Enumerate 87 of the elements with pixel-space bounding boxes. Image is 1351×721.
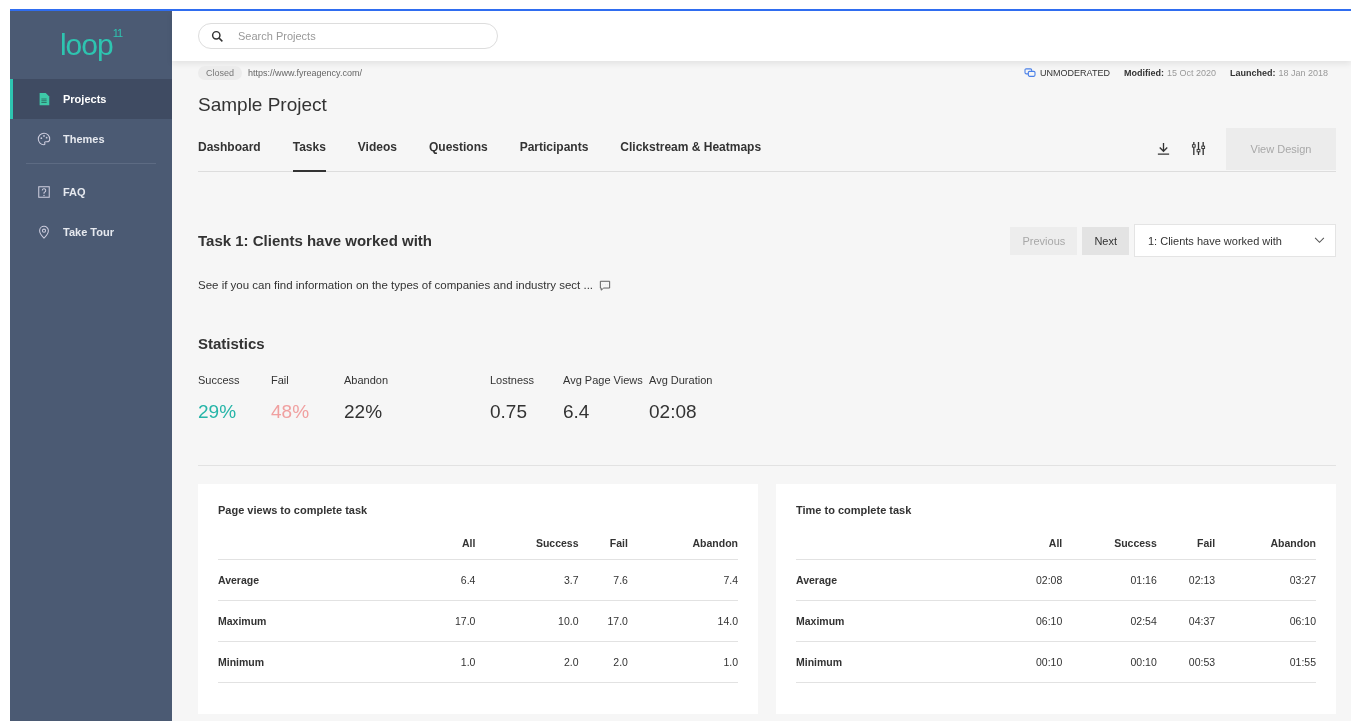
table-cell: 04:37 (1156, 600, 1216, 642)
status-badge: Closed (198, 66, 242, 80)
stat-label: Fail (271, 374, 290, 386)
stat-value: 48% (271, 401, 311, 423)
sidebar-item[interactable]: Themes (10, 119, 172, 159)
table-cell: 03:27 (1215, 559, 1316, 601)
project-title: Sample Project (198, 94, 328, 116)
search-input[interactable]: Search Projects (236, 29, 485, 43)
tab[interactable]: Participants (519, 126, 589, 172)
column-header: Abandon (1215, 529, 1316, 560)
table-cell: 2.0 (578, 641, 628, 683)
search-icon (211, 29, 224, 43)
next-button[interactable]: Next (1082, 226, 1129, 255)
table-cell: 14.0 (627, 600, 738, 642)
stat-value: 02:08 (649, 401, 698, 423)
table-cell: 00:53 (1156, 641, 1216, 683)
tab[interactable]: Clickstream & Heatmaps (620, 126, 762, 172)
column-header: All (426, 529, 476, 560)
logo: loop$^{11}$ (58, 26, 124, 63)
sidebar-item[interactable]: FAQ (10, 172, 172, 212)
card-title: Page views to complete task (218, 504, 369, 516)
stat-label: Success (198, 374, 241, 386)
stat-value: 29% (198, 401, 238, 423)
location-pin-icon (37, 225, 51, 239)
tab[interactable]: Tasks (292, 126, 326, 172)
table-cell: 1.0 (627, 641, 738, 683)
chevron-down-icon (1314, 237, 1325, 244)
sliders-icon[interactable] (1191, 141, 1206, 156)
modified-date: 15 Oct 2020 (1166, 68, 1216, 78)
task-title: Task 1: Clients have worked with (198, 232, 432, 249)
column-header: Fail (1156, 529, 1216, 560)
table-cell: 00:10 (1062, 641, 1157, 683)
table-cell: 1.0 (426, 641, 476, 683)
card-title: Time to complete task (796, 504, 913, 516)
stat-label: Avg Duration (649, 374, 714, 386)
row-label: Minimum (796, 641, 1004, 683)
row-label: Maximum (218, 600, 426, 642)
tab[interactable]: Videos (357, 126, 397, 172)
download-icon[interactable] (1156, 141, 1171, 156)
tab[interactable]: Dashboard (198, 126, 261, 172)
column-header: Fail (578, 529, 628, 560)
stat-value: 6.4 (563, 401, 591, 423)
table-cell: 17.0 (578, 600, 628, 642)
row-label: Maximum (796, 600, 1004, 642)
stat-label: Avg Page Views (563, 374, 644, 386)
stat-label: Abandon (344, 374, 390, 386)
project-url: https://www.fyreagency.com/ (248, 68, 362, 78)
project-type: UNMODERATED (1040, 68, 1110, 78)
section-title: Statistics (198, 335, 266, 352)
help-icon (37, 185, 51, 199)
row-label: Average (796, 559, 1004, 601)
chat-icon (1024, 68, 1037, 78)
table-cell: 17.0 (426, 600, 476, 642)
table-cell: 02:54 (1062, 600, 1157, 642)
meta-label: Launched: (1229, 68, 1276, 78)
stat-value: 0.75 (490, 401, 528, 423)
table-cell: 06:10 (1215, 600, 1316, 642)
column-header: Success (1062, 529, 1157, 560)
sidebar-item[interactable]: Take Tour (10, 212, 172, 252)
table-cell: 7.6 (578, 559, 628, 601)
table-cell: 01:16 (1062, 559, 1157, 601)
table-cell: 2.0 (475, 641, 579, 683)
comment-icon[interactable] (599, 279, 612, 291)
stat-label: Lostness (490, 374, 536, 386)
sidebar-item[interactable]: Projects (10, 79, 172, 119)
palette-icon (37, 132, 51, 146)
task-description: See if you can find information on the types of companies and industry sect ... (198, 279, 594, 291)
stat-value: 22% (344, 401, 384, 423)
table-cell: 00:10 (1004, 641, 1063, 683)
meta-label: Modified: (1123, 68, 1164, 78)
table-cell: 7.4 (627, 559, 738, 601)
column-header: Success (475, 529, 579, 560)
table-cell: 3.7 (475, 559, 579, 601)
launched-date: 18 Jan 2018 (1278, 68, 1328, 78)
row-label: Average (218, 559, 426, 601)
column-header: Abandon (627, 529, 738, 560)
table-cell: 10.0 (475, 600, 579, 642)
table-cell: 02:08 (1004, 559, 1063, 601)
table-cell: 06:10 (1004, 600, 1063, 642)
table-cell: 01:55 (1215, 641, 1316, 683)
task-dropdown[interactable]: 1: Clients have worked with (1134, 224, 1336, 257)
document-icon (37, 92, 51, 106)
column-header: All (1004, 529, 1063, 560)
tab[interactable]: Questions (428, 126, 488, 172)
table-cell: 6.4 (426, 559, 476, 601)
row-label: Minimum (218, 641, 426, 683)
table-cell: 02:13 (1156, 559, 1216, 601)
